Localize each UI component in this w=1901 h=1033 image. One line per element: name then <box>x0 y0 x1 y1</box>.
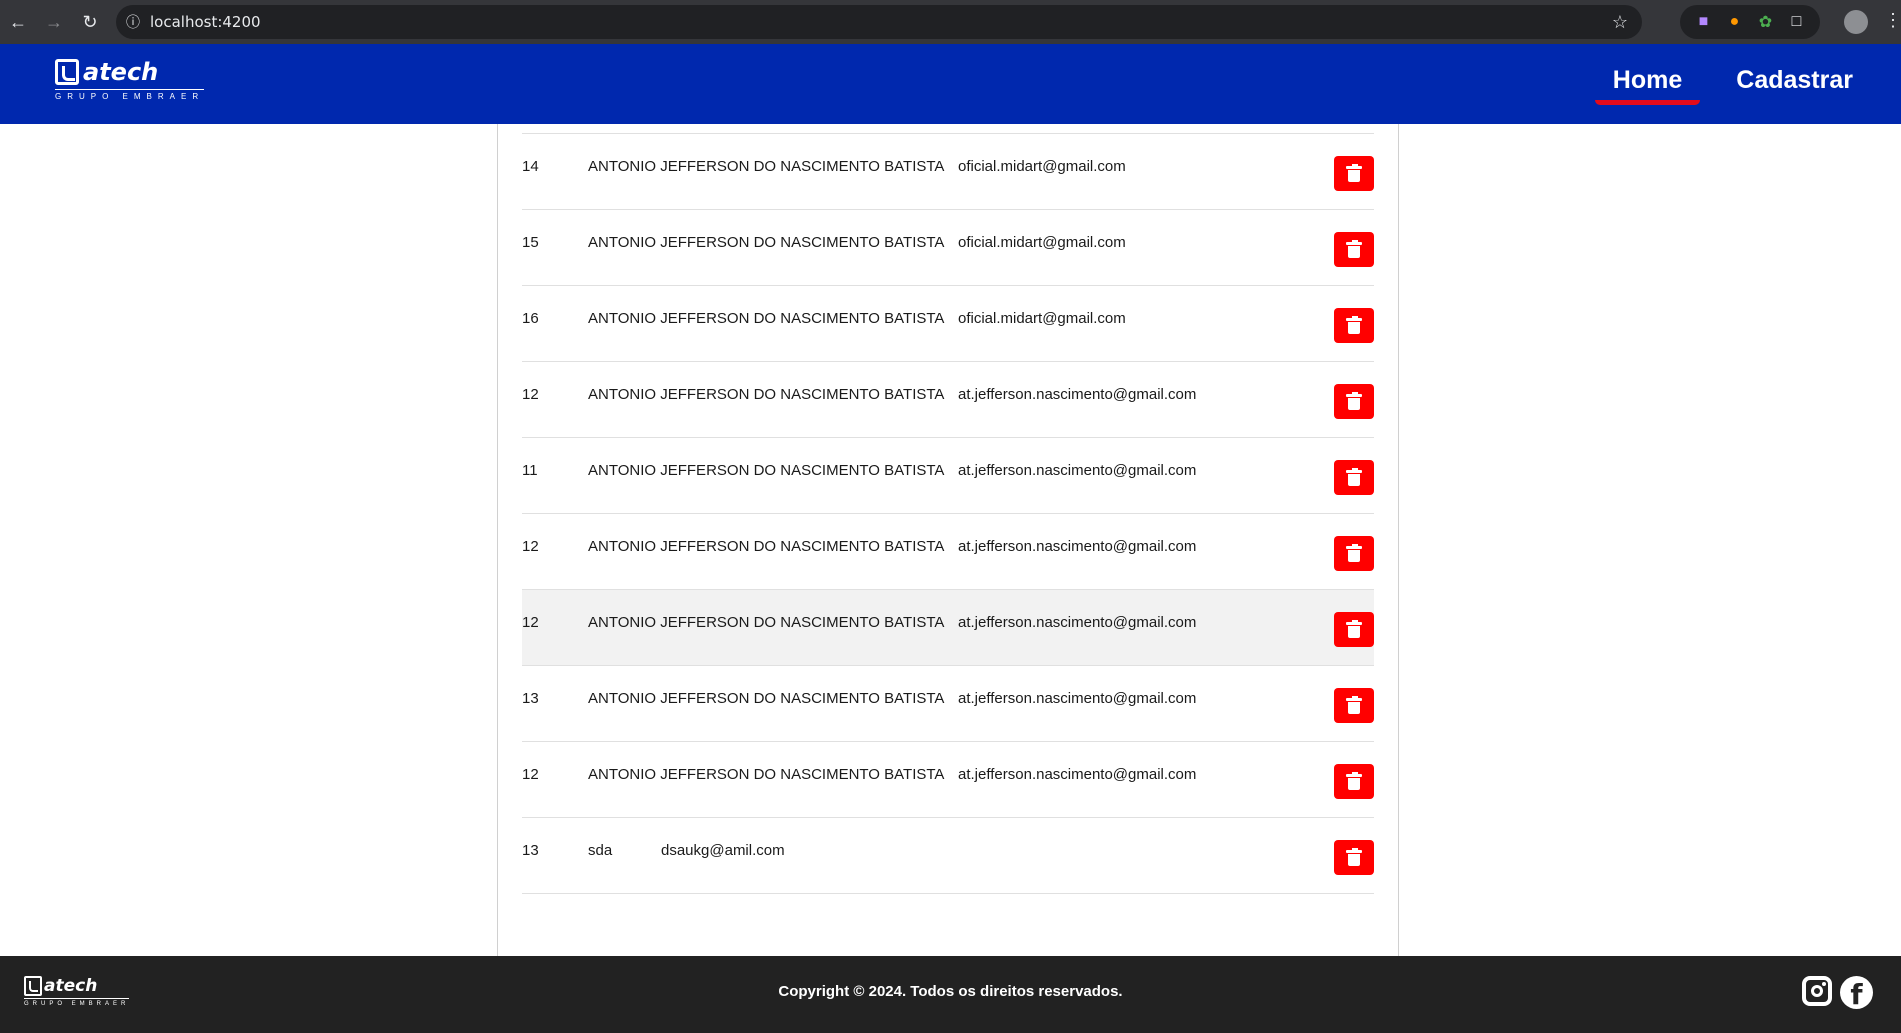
users-panel: 14 ANTONIO JEFFERSON DO NASCIMENTO BATIST… <box>497 124 1399 956</box>
user-name: ANTONIO JEFFERSON DO NASCIMENTO BATISTA <box>588 462 945 479</box>
profile-avatar[interactable] <box>1844 10 1868 34</box>
user-name: ANTONIO JEFFERSON DO NASCIMENTO BATISTA <box>588 538 945 555</box>
extension-1-icon[interactable]: ■ <box>1694 12 1714 32</box>
user-row: 16 ANTONIO JEFFERSON DO NASCIMENTO BATIST… <box>522 286 1374 362</box>
logo-text: atech <box>83 58 159 86</box>
atech-logo[interactable]: atech GRUPO EMBRAER <box>55 58 205 101</box>
user-row: 13 sda dsaukg@amil.com <box>522 818 1374 894</box>
user-row: 15 ANTONIO JEFFERSON DO NASCIMENTO BATIST… <box>522 210 1374 286</box>
user-email: at.jefferson.nascimento@gmail.com <box>958 386 1197 403</box>
trash-icon <box>1346 316 1362 334</box>
delete-user-button[interactable] <box>1334 384 1374 419</box>
user-email: oficial.midart@gmail.com <box>958 234 1126 251</box>
user-id: 12 <box>522 386 539 403</box>
delete-user-button[interactable] <box>1334 536 1374 571</box>
user-email: at.jefferson.nascimento@gmail.com <box>958 462 1197 479</box>
user-id: 16 <box>522 310 539 327</box>
back-icon[interactable]: ← <box>0 4 36 40</box>
user-row: 13 ANTONIO JEFFERSON DO NASCIMENTO BATIST… <box>522 666 1374 742</box>
delete-user-button[interactable] <box>1334 688 1374 723</box>
app-header: atech GRUPO EMBRAER Home Cadastrar <box>0 44 1901 124</box>
trash-icon <box>1346 620 1362 638</box>
nav-register-link[interactable]: Cadastrar <box>1734 66 1855 95</box>
user-row: 12 ANTONIO JEFFERSON DO NASCIMENTO BATIST… <box>522 362 1374 438</box>
user-name: ANTONIO JEFFERSON DO NASCIMENTO BATISTA <box>588 234 945 251</box>
delete-user-button[interactable] <box>1334 232 1374 267</box>
main-nav: Home Cadastrar <box>1594 66 1855 105</box>
trash-icon <box>1346 240 1362 258</box>
extensions-puzzle-icon[interactable]: □ <box>1787 12 1807 32</box>
user-email: dsaukg@amil.com <box>661 842 785 859</box>
copyright-text: Copyright © 2024. Todos os direitos rese… <box>778 983 1123 1000</box>
delete-user-button[interactable] <box>1334 460 1374 495</box>
extensions-group: ■ ● ✿ □ <box>1680 5 1820 39</box>
trash-icon <box>1346 468 1362 486</box>
instagram-icon[interactable] <box>1802 976 1832 1006</box>
user-row: 12 ANTONIO JEFFERSON DO NASCIMENTO BATIST… <box>522 590 1374 666</box>
forward-icon[interactable]: → <box>36 4 72 40</box>
delete-user-button[interactable] <box>1334 612 1374 647</box>
address-bar[interactable]: ⓘ localhost:4200 ☆ <box>116 5 1642 39</box>
browser-menu-icon[interactable]: ⋮ <box>1884 10 1901 31</box>
user-email: at.jefferson.nascimento@gmail.com <box>958 766 1197 783</box>
logo-subtitle: GRUPO EMBRAER <box>55 89 205 101</box>
bookmark-star-icon[interactable]: ☆ <box>1612 12 1628 33</box>
facebook-glyph: f <box>1850 978 1863 1009</box>
user-name: sda <box>588 842 613 859</box>
trash-icon <box>1346 848 1362 866</box>
user-name: ANTONIO JEFFERSON DO NASCIMENTO BATISTA <box>588 310 945 327</box>
user-email: at.jefferson.nascimento@gmail.com <box>958 690 1197 707</box>
url-text[interactable]: localhost:4200 <box>150 13 261 31</box>
social-links: f <box>1802 976 1873 1009</box>
facebook-icon[interactable]: f <box>1840 976 1873 1009</box>
user-name: ANTONIO JEFFERSON DO NASCIMENTO BATISTA <box>588 386 945 403</box>
browser-toolbar: ← → ↻ ⓘ localhost:4200 ☆ ■ ● ✿ □ ⋮ <box>0 0 1901 44</box>
user-id: 13 <box>522 690 539 707</box>
user-email: oficial.midart@gmail.com <box>958 310 1126 327</box>
user-row: 14 ANTONIO JEFFERSON DO NASCIMENTO BATIST… <box>522 134 1374 210</box>
trash-icon <box>1346 696 1362 714</box>
user-row: 11 ANTONIO JEFFERSON DO NASCIMENTO BATIST… <box>522 438 1374 514</box>
user-id: 12 <box>522 614 539 631</box>
trash-icon <box>1346 392 1362 410</box>
user-row: 12 ANTONIO JEFFERSON DO NASCIMENTO BATIST… <box>522 742 1374 818</box>
reload-icon[interactable]: ↻ <box>72 4 108 40</box>
user-email: oficial.midart@gmail.com <box>958 158 1126 175</box>
delete-user-button[interactable] <box>1334 764 1374 799</box>
user-id: 11 <box>522 462 538 479</box>
users-list: 14 ANTONIO JEFFERSON DO NASCIMENTO BATIST… <box>522 134 1374 894</box>
user-id: 13 <box>522 842 539 859</box>
trash-icon <box>1346 772 1362 790</box>
user-name: ANTONIO JEFFERSON DO NASCIMENTO BATISTA <box>588 690 945 707</box>
extension-2-icon[interactable]: ● <box>1725 12 1745 32</box>
user-id: 12 <box>522 766 539 783</box>
trash-icon <box>1346 544 1362 562</box>
user-row: 12 ANTONIO JEFFERSON DO NASCIMENTO BATIST… <box>522 514 1374 590</box>
nav-home-link[interactable]: Home <box>1594 66 1701 105</box>
trash-icon <box>1346 164 1362 182</box>
user-email: at.jefferson.nascimento@gmail.com <box>958 614 1197 631</box>
extension-3-icon[interactable]: ✿ <box>1756 12 1776 32</box>
app-footer: atech GRUPO EMBRAER Copyright © 2024. To… <box>0 956 1901 1033</box>
delete-user-button[interactable] <box>1334 156 1374 191</box>
atech-logo-mark-icon <box>55 59 79 85</box>
user-id: 14 <box>522 158 539 175</box>
user-email: at.jefferson.nascimento@gmail.com <box>958 538 1197 555</box>
user-name: ANTONIO JEFFERSON DO NASCIMENTO BATISTA <box>588 766 945 783</box>
site-info-icon[interactable]: ⓘ <box>116 12 150 32</box>
user-name: ANTONIO JEFFERSON DO NASCIMENTO BATISTA <box>588 614 945 631</box>
delete-user-button[interactable] <box>1334 308 1374 343</box>
user-id: 15 <box>522 234 539 251</box>
user-id: 12 <box>522 538 539 555</box>
user-name: ANTONIO JEFFERSON DO NASCIMENTO BATISTA <box>588 158 945 175</box>
delete-user-button[interactable] <box>1334 840 1374 875</box>
